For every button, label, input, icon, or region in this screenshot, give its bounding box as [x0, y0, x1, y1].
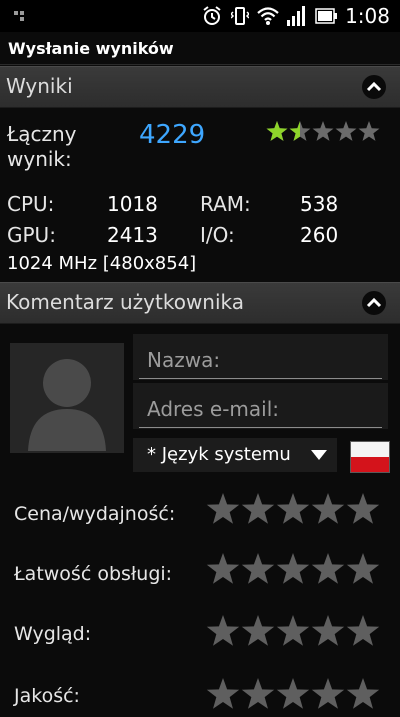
- status-bar: 1:08: [0, 0, 400, 32]
- comment-section-header[interactable]: Komentarz użytkownika: [0, 282, 400, 324]
- star-icon: [241, 553, 275, 584]
- results-header-label: Wyniki: [6, 74, 73, 98]
- star-icon: [311, 615, 345, 646]
- star-icon: [241, 678, 275, 709]
- star-icon: [276, 553, 310, 584]
- star-icon: [346, 678, 380, 709]
- email-field[interactable]: Adres e-mail:: [139, 389, 382, 428]
- star-icon: [276, 678, 310, 709]
- score-rating-stars: [266, 120, 382, 144]
- rating-label-price-performance: Cena/wydajność:: [14, 503, 176, 525]
- results-section-header[interactable]: Wyniki: [0, 66, 400, 108]
- star-icon: [312, 121, 334, 141]
- star-icon: [206, 678, 240, 709]
- avatar-placeholder-icon: [28, 359, 106, 451]
- device-info: 1024 MHz [480x854]: [7, 253, 197, 274]
- screen-title: Wysłanie wyników: [8, 39, 174, 58]
- star-icon: [346, 493, 380, 524]
- ram-label: RAM:: [200, 192, 251, 216]
- star-icon: [206, 553, 240, 584]
- name-placeholder: Nazwa:: [147, 348, 221, 372]
- rating-label-appearance: Wygląd:: [14, 623, 92, 645]
- star-icon: [206, 493, 240, 524]
- wifi-icon: [257, 7, 279, 25]
- star-icon: [346, 553, 380, 584]
- rating-stars-appearance[interactable]: [206, 614, 382, 650]
- notification-icon: [14, 11, 24, 21]
- rating-label-ease-of-use: Łatwość obsługi:: [14, 563, 173, 585]
- total-score-value: 4229: [139, 120, 206, 150]
- total-score-label-line2: wynik:: [7, 147, 72, 171]
- email-placeholder: Adres e-mail:: [147, 397, 280, 421]
- vibrate-icon: [231, 7, 250, 25]
- star-icon: [311, 553, 345, 584]
- rating-label-quality: Jakość:: [14, 685, 80, 707]
- cpu-label: CPU:: [7, 192, 55, 216]
- avatar[interactable]: [10, 343, 124, 453]
- name-field[interactable]: Nazwa:: [139, 340, 382, 379]
- star-icon: [335, 121, 357, 141]
- star-icon: [276, 493, 310, 524]
- star-icon: [311, 493, 345, 524]
- gpu-value: 2413: [107, 223, 158, 247]
- star-icon: [358, 121, 380, 141]
- star-icon: [276, 615, 310, 646]
- io-value: 260: [300, 223, 339, 247]
- language-value: * Język systemu: [147, 444, 291, 465]
- poland-flag-icon[interactable]: [350, 441, 390, 473]
- gpu-label: GPU:: [7, 223, 56, 247]
- language-select[interactable]: * Język systemu: [133, 438, 337, 472]
- chevron-up-icon[interactable]: [362, 291, 386, 315]
- rating-stars-price-performance[interactable]: [206, 492, 382, 528]
- screen-title-bar: Wysłanie wyników: [0, 32, 400, 65]
- cpu-value: 1018: [107, 192, 158, 216]
- star-icon: [241, 615, 275, 646]
- star-icon: [241, 493, 275, 524]
- total-score-label-line1: Łączny: [7, 122, 77, 146]
- star-icon: [346, 615, 380, 646]
- chevron-up-icon[interactable]: [362, 75, 386, 99]
- rating-stars-ease-of-use[interactable]: [206, 552, 382, 588]
- rating-stars-quality[interactable]: [206, 677, 382, 713]
- ram-value: 538: [300, 192, 339, 216]
- star-icon: [206, 615, 240, 646]
- io-label: I/O:: [200, 223, 235, 247]
- star-icon: [311, 678, 345, 709]
- comment-header-label: Komentarz użytkownika: [6, 290, 245, 314]
- alarm-icon: [203, 6, 221, 25]
- chevron-down-icon: [311, 450, 327, 460]
- clock: 1:08: [345, 4, 390, 28]
- signal-icon: [287, 6, 306, 26]
- battery-icon: [315, 8, 338, 24]
- star-filled-icon: [266, 121, 288, 141]
